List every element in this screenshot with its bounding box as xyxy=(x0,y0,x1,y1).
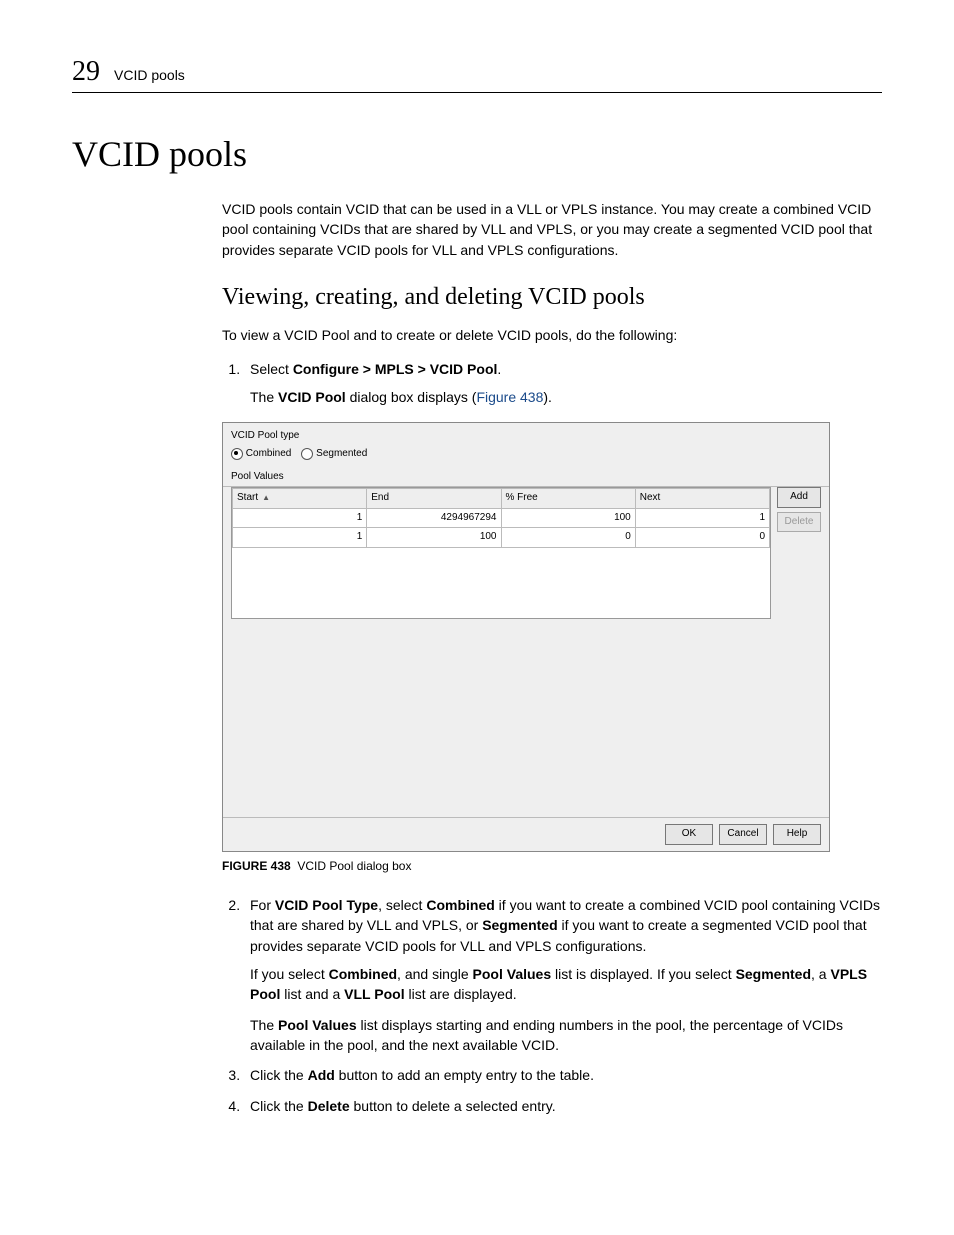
pool-values-label: Pool Values xyxy=(223,466,829,488)
col-next[interactable]: Next xyxy=(635,489,769,509)
table-row[interactable]: 1 4294967294 100 1 xyxy=(233,508,770,528)
procedure-list: Select Configure > MPLS > VCID Pool. The… xyxy=(222,359,882,1116)
cancel-button[interactable]: Cancel xyxy=(719,824,767,845)
delete-button[interactable]: Delete xyxy=(777,512,821,533)
figure-reference-link[interactable]: Figure 438 xyxy=(476,389,543,405)
radio-segmented[interactable]: Segmented xyxy=(301,447,367,462)
step-1: Select Configure > MPLS > VCID Pool. The… xyxy=(244,359,882,875)
running-title: VCID pools xyxy=(114,67,185,83)
add-button[interactable]: Add xyxy=(777,487,821,508)
col-end[interactable]: End xyxy=(367,489,501,509)
chapter-number: 29 xyxy=(72,56,100,88)
lead-paragraph: To view a VCID Pool and to create or del… xyxy=(222,325,882,345)
step-3: Click the Add button to add an empty ent… xyxy=(244,1065,882,1085)
ok-button[interactable]: OK xyxy=(665,824,713,845)
radio-combined[interactable]: Combined xyxy=(231,447,291,462)
vcid-pool-dialog: VCID Pool type Combined Segmented Pool V… xyxy=(222,422,830,852)
table-row[interactable]: 1 100 0 0 xyxy=(233,528,770,548)
menu-path: Configure > MPLS > VCID Pool xyxy=(293,361,498,377)
radio-icon xyxy=(301,448,313,460)
help-button[interactable]: Help xyxy=(773,824,821,845)
running-header: 29 VCID pools xyxy=(72,56,882,93)
section-heading: Viewing, creating, and deleting VCID poo… xyxy=(222,284,882,311)
pool-type-label: VCID Pool type xyxy=(231,429,821,444)
sort-asc-icon: ▲ xyxy=(262,493,270,502)
radio-icon xyxy=(231,448,243,460)
intro-paragraph: VCID pools contain VCID that can be used… xyxy=(222,199,882,260)
page-title: VCID pools xyxy=(72,133,882,175)
col-start[interactable]: Start▲ xyxy=(233,489,367,509)
figure-caption: FIGURE 438 VCID Pool dialog box xyxy=(222,858,882,875)
col-free[interactable]: % Free xyxy=(501,489,635,509)
step-2: For VCID Pool Type, select Combined if y… xyxy=(244,895,882,1055)
step-4: Click the Delete button to delete a sele… xyxy=(244,1096,882,1116)
pool-values-table[interactable]: Start▲ End % Free Next 1 429 xyxy=(231,487,771,619)
